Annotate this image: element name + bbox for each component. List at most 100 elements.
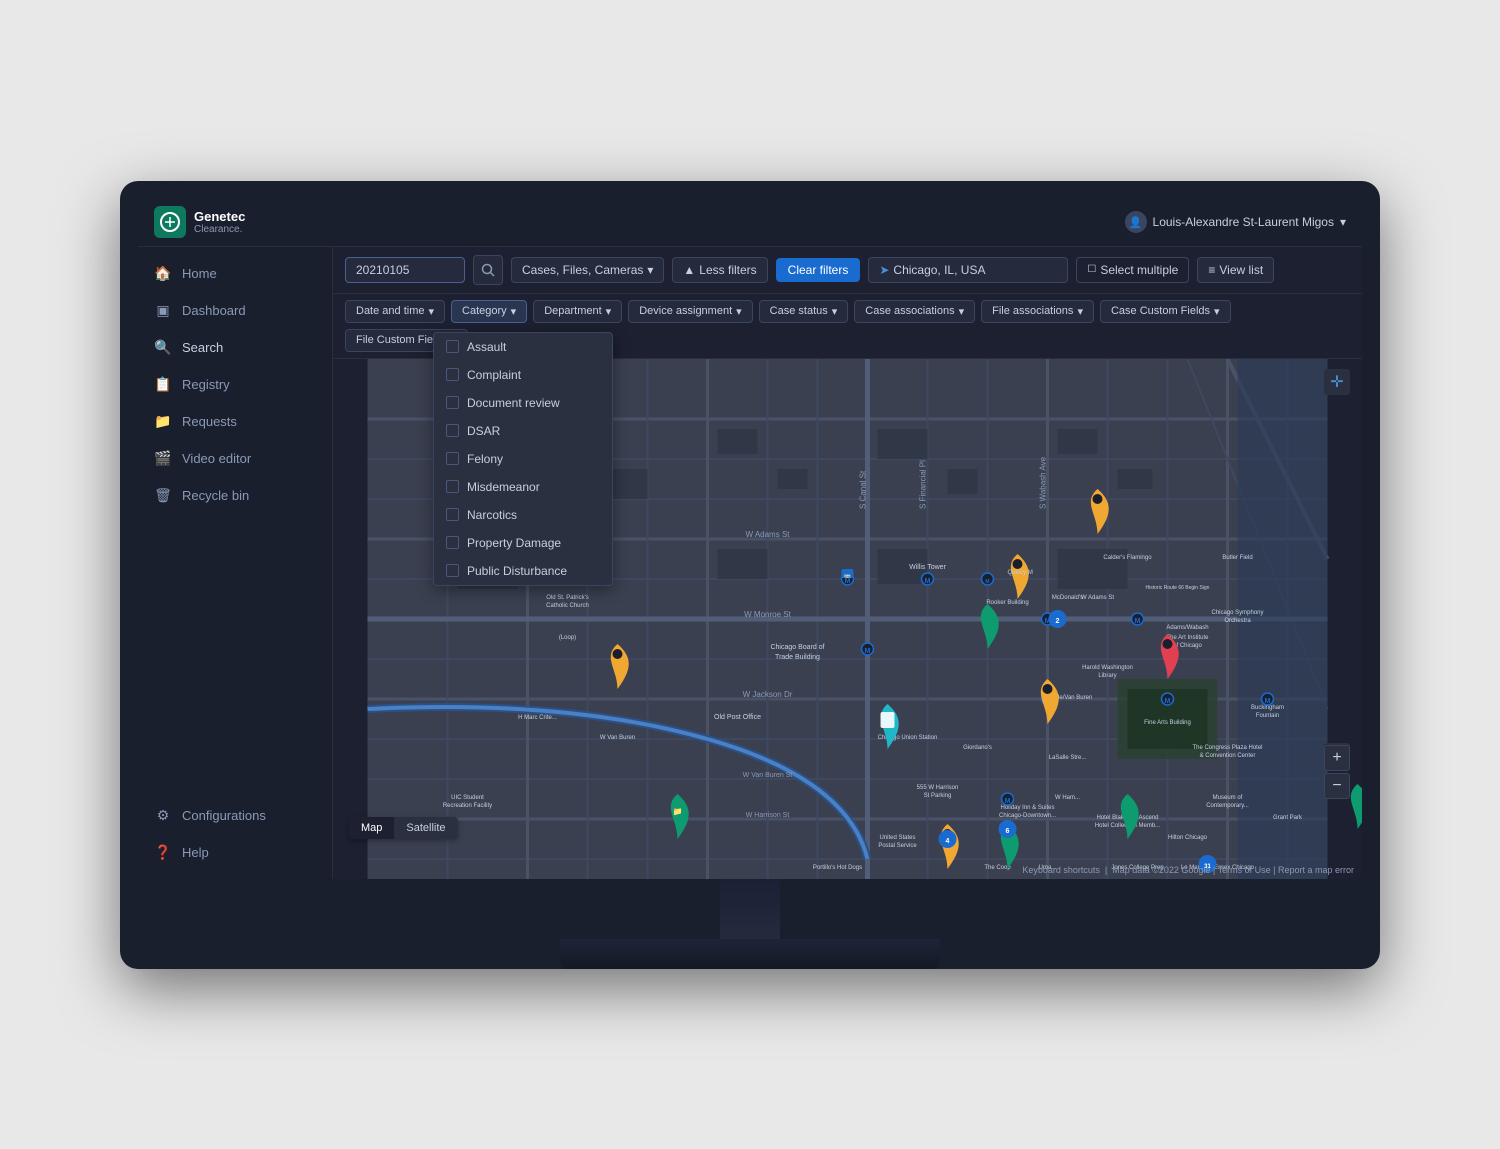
svg-text:Harold Washington: Harold Washington xyxy=(1082,665,1133,671)
less-filters-icon: ▲ xyxy=(683,263,695,277)
svg-text:Quincy M: Quincy M xyxy=(1008,570,1033,576)
svg-text:W Jackson Dr: W Jackson Dr xyxy=(743,690,793,699)
svg-text:555 W Harrison: 555 W Harrison xyxy=(917,785,959,791)
assault-label: Assault xyxy=(467,340,506,354)
monitor-stand-base xyxy=(560,939,940,969)
config-icon: ⚙ xyxy=(154,807,172,824)
category-item-misdemeanor[interactable]: Misdemeanor xyxy=(434,473,612,501)
sidebar-label-registry: Registry xyxy=(182,377,230,392)
category-label: Category xyxy=(462,305,507,317)
category-item-document-review[interactable]: Document review xyxy=(434,389,612,417)
category-item-complaint[interactable]: Complaint xyxy=(434,361,612,389)
misdemeanor-checkbox[interactable] xyxy=(446,480,459,493)
sidebar-item-help[interactable]: ❓ Help xyxy=(138,834,332,871)
sidebar-item-registry[interactable]: 📋 Registry xyxy=(138,366,332,403)
file-associations-filter[interactable]: File associations ▾ xyxy=(981,300,1094,323)
location-input[interactable]: ➤ Chicago, IL, USA xyxy=(868,257,1068,283)
help-icon: ❓ xyxy=(154,844,172,861)
date-time-filter[interactable]: Date and time ▾ xyxy=(345,300,445,323)
svg-text:The Coop: The Coop xyxy=(984,865,1011,871)
document-review-checkbox[interactable] xyxy=(446,396,459,409)
search-nav-icon: 🔍 xyxy=(154,339,172,356)
svg-text:& Convention Center: & Convention Center xyxy=(1200,753,1256,759)
sidebar-item-home[interactable]: 🏠 Home xyxy=(138,255,332,292)
sidebar-item-requests[interactable]: 📁 Requests xyxy=(138,403,332,440)
search-type-dropdown[interactable]: Cases, Files, Cameras ▾ xyxy=(511,257,664,283)
complaint-checkbox[interactable] xyxy=(446,368,459,381)
svg-text:Portillo's Hot Dogs: Portillo's Hot Dogs xyxy=(813,865,862,871)
svg-text:W Monroe St: W Monroe St xyxy=(744,610,791,619)
file-assoc-chevron: ▾ xyxy=(1077,305,1083,318)
category-chevron: ▾ xyxy=(511,305,517,318)
svg-text:Adams/Wabash: Adams/Wabash xyxy=(1166,625,1208,631)
zoom-controls: + − xyxy=(1324,745,1350,799)
category-filter[interactable]: Category ▾ xyxy=(451,300,527,323)
user-avatar: 👤 xyxy=(1125,211,1147,233)
sidebar-item-search[interactable]: 🔍 Search xyxy=(138,329,332,366)
property-damage-checkbox[interactable] xyxy=(446,536,459,549)
view-list-button[interactable]: ≡ View list xyxy=(1197,257,1274,283)
case-assoc-label: Case associations xyxy=(865,305,954,317)
category-item-public-disturbance[interactable]: Public Disturbance xyxy=(434,557,612,585)
case-associations-filter[interactable]: Case associations ▾ xyxy=(854,300,975,323)
svg-text:W Van Buren: W Van Buren xyxy=(600,735,635,741)
svg-text:📁: 📁 xyxy=(673,807,683,816)
clear-filters-button[interactable]: Clear filters xyxy=(776,258,861,282)
svg-text:H Marc Crite...: H Marc Crite... xyxy=(518,715,557,721)
svg-text:6: 6 xyxy=(1006,828,1010,835)
department-filter[interactable]: Department ▾ xyxy=(533,300,622,323)
case-assoc-chevron: ▾ xyxy=(959,305,965,318)
view-list-label: View list xyxy=(1219,263,1263,277)
svg-text:UIC Student: UIC Student xyxy=(451,795,484,801)
felony-label: Felony xyxy=(467,452,503,466)
dsar-checkbox[interactable] xyxy=(446,424,459,437)
property-damage-label: Property Damage xyxy=(467,536,561,550)
svg-text:Buckingham: Buckingham xyxy=(1251,705,1284,711)
less-filters-button[interactable]: ▲ Less filters xyxy=(672,257,767,283)
map-recenter-button[interactable]: ✛ xyxy=(1324,369,1350,395)
sidebar-label-search: Search xyxy=(182,340,223,355)
svg-text:United States: United States xyxy=(879,835,915,841)
user-menu[interactable]: 👤 Louis-Alexandre St-Laurent Migos ▾ xyxy=(1125,211,1346,233)
category-item-narcotics[interactable]: Narcotics xyxy=(434,501,612,529)
map-button[interactable]: Map xyxy=(349,817,394,839)
sidebar-item-dashboard[interactable]: ▣ Dashboard xyxy=(138,292,332,329)
user-name: Louis-Alexandre St-Laurent Migos xyxy=(1153,215,1334,229)
video-icon: 🎬 xyxy=(154,450,172,467)
narcotics-checkbox[interactable] xyxy=(446,508,459,521)
sidebar-item-recycle-bin[interactable]: 🗑 Recycle bin xyxy=(138,477,332,514)
sidebar-item-configurations[interactable]: ⚙ Configurations xyxy=(138,797,332,834)
felony-checkbox[interactable] xyxy=(446,452,459,465)
assault-checkbox[interactable] xyxy=(446,340,459,353)
category-item-dsar[interactable]: DSAR xyxy=(434,417,612,445)
svg-text:W Adams St: W Adams St xyxy=(745,530,790,539)
search-button[interactable] xyxy=(473,255,503,285)
category-item-felony[interactable]: Felony xyxy=(434,445,612,473)
public-disturbance-checkbox[interactable] xyxy=(446,564,459,577)
svg-text:M: M xyxy=(1135,618,1141,625)
sidebar-label-requests: Requests xyxy=(182,414,237,429)
dsar-label: DSAR xyxy=(467,424,500,438)
less-filters-label: Less filters xyxy=(699,263,756,277)
case-custom-fields-filter[interactable]: Case Custom Fields ▾ xyxy=(1100,300,1231,323)
case-status-filter[interactable]: Case status ▾ xyxy=(759,300,849,323)
search-input[interactable] xyxy=(345,257,465,283)
svg-text:Museum of: Museum of xyxy=(1213,795,1243,801)
satellite-button[interactable]: Satellite xyxy=(394,817,457,839)
svg-text:Chicago Symphony: Chicago Symphony xyxy=(1211,610,1263,616)
device-label: Device assignment xyxy=(639,305,732,317)
svg-text:(Loop): (Loop) xyxy=(559,635,576,641)
zoom-out-button[interactable]: − xyxy=(1324,773,1350,799)
select-multiple-button[interactable]: ☐ Select multiple xyxy=(1076,257,1189,283)
device-assignment-filter[interactable]: Device assignment ▾ xyxy=(628,300,752,323)
logo-icon xyxy=(154,206,186,238)
case-status-chevron: ▾ xyxy=(832,305,838,318)
svg-text:M: M xyxy=(845,578,851,585)
sidebar-item-video-editor[interactable]: 🎬 Video editor xyxy=(138,440,332,477)
svg-text:St Parking: St Parking xyxy=(924,793,952,799)
category-item-property-damage[interactable]: Property Damage xyxy=(434,529,612,557)
department-chevron: ▾ xyxy=(606,305,612,318)
zoom-in-button[interactable]: + xyxy=(1324,745,1350,771)
select-multiple-label: Select multiple xyxy=(1100,263,1178,277)
category-item-assault[interactable]: Assault xyxy=(434,333,612,361)
